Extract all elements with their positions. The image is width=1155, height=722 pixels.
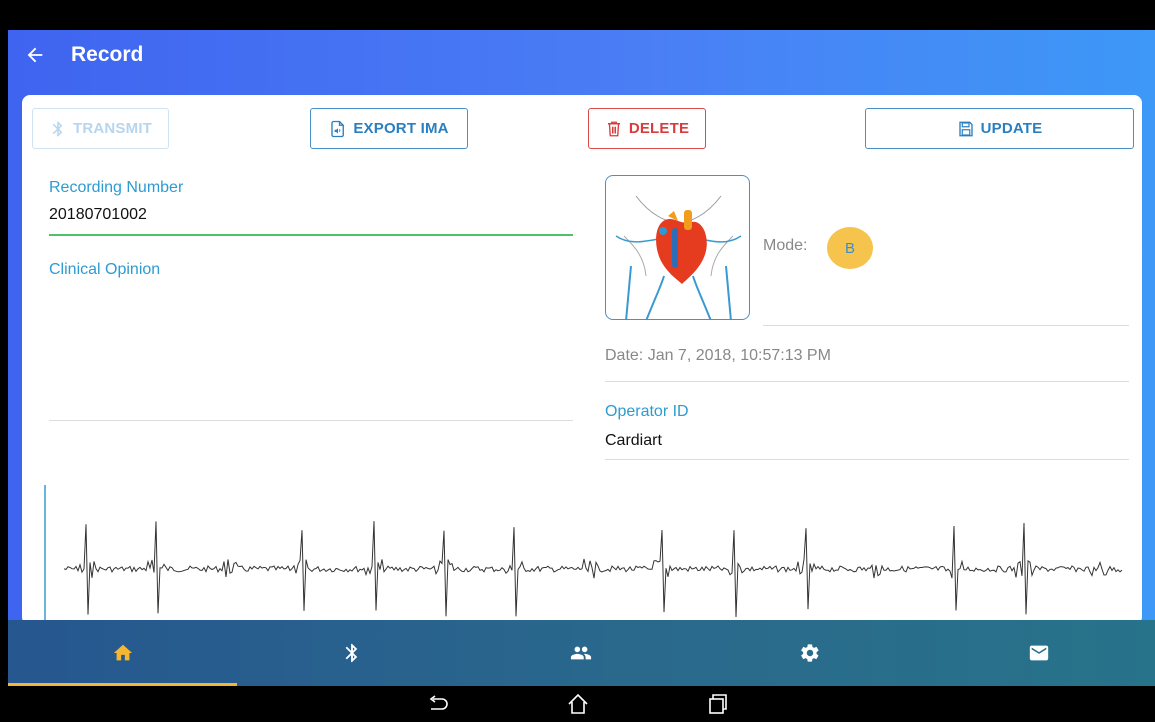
nav-bluetooth[interactable] — [237, 620, 466, 686]
trash-icon — [607, 121, 620, 136]
recording-number-underline — [49, 234, 573, 236]
save-icon — [958, 121, 973, 136]
mode-label: Mode: — [763, 237, 808, 254]
system-back-icon[interactable] — [425, 692, 451, 716]
bluetooth-icon — [345, 643, 357, 663]
people-icon — [570, 646, 591, 660]
clinical-opinion-label: Clinical Opinion — [49, 261, 161, 278]
divider — [763, 325, 1129, 326]
recording-number-label: Recording Number — [49, 179, 184, 196]
transmit-button[interactable]: TRANSMIT — [32, 108, 169, 149]
export-label: EXPORT IMA — [353, 120, 449, 137]
update-button[interactable]: UPDATE — [865, 108, 1134, 149]
page-title: Record — [71, 43, 144, 66]
home-icon — [113, 644, 132, 661]
bluetooth-icon — [52, 121, 63, 136]
system-recents-icon[interactable] — [705, 692, 731, 716]
delete-button[interactable]: DELETE — [588, 108, 706, 149]
system-home-icon[interactable] — [565, 692, 591, 716]
ecg-waveform — [44, 485, 1123, 625]
operator-id-underline — [605, 459, 1129, 460]
clinical-opinion-field[interactable] — [49, 290, 573, 410]
heart-illustration[interactable] — [605, 175, 750, 320]
transmit-label: TRANSMIT — [72, 120, 153, 137]
update-label: UPDATE — [980, 120, 1043, 137]
delete-label: DELETE — [628, 120, 690, 137]
export-ima-button[interactable]: EXPORT IMA — [310, 108, 468, 149]
operator-id-label: Operator ID — [605, 403, 689, 420]
status-bar — [0, 0, 1155, 30]
mode-badge[interactable]: B — [827, 227, 873, 269]
nav-people[interactable] — [466, 620, 695, 686]
divider — [605, 381, 1129, 382]
operator-id-field[interactable]: Cardiart — [605, 432, 662, 450]
nav-settings[interactable] — [695, 620, 924, 686]
clinical-opinion-underline — [49, 420, 573, 421]
bottom-nav — [8, 620, 1155, 686]
recording-date: Date: Jan 7, 2018, 10:57:13 PM — [605, 347, 831, 364]
record-card: TRANSMIT EXPORT IMA DELETE UPDATE Record… — [22, 95, 1142, 625]
app-bar: Record — [8, 30, 1155, 100]
recording-number-field[interactable]: 20180701002 — [49, 206, 147, 224]
gear-icon — [800, 644, 818, 662]
back-arrow-icon[interactable] — [24, 44, 46, 66]
audio-file-icon — [331, 120, 345, 137]
nav-home[interactable] — [8, 620, 237, 686]
system-nav-bar — [0, 686, 1155, 722]
mail-icon — [1029, 645, 1048, 661]
heart-icon — [615, 195, 742, 319]
nav-messages[interactable] — [924, 620, 1153, 686]
